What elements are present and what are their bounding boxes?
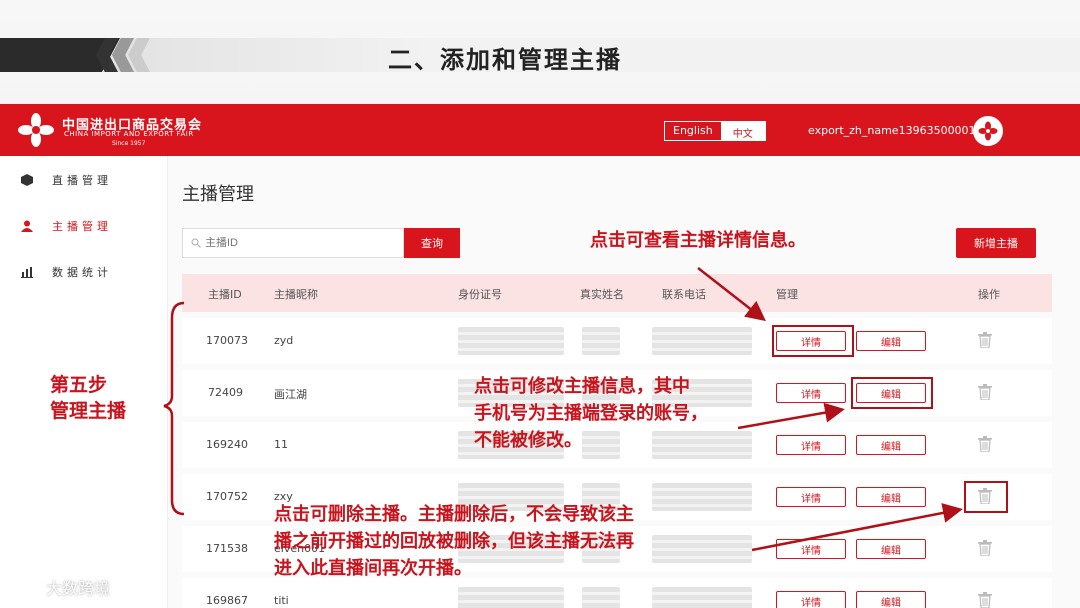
watermark-logo-icon [11,580,39,594]
delete-annotation-line3: 进入此直播间再次开播。 [274,558,472,579]
edit-highlight-box [851,377,933,409]
edit-annotation-line3: 不能被修改。 [474,430,582,451]
delete-annotation-line1: 点击可删除主播。主播删除后，不会导致该主 [274,504,634,525]
arrow-to-detail [697,267,766,322]
step-label-line1: 第五步 [50,374,108,396]
trash-highlight-box [964,481,1008,513]
watermark-text: 大数跨境 [46,579,111,598]
edit-annotation-line1: 点击可修改主播信息，其中 [474,376,690,397]
watermark: 大数跨境 [10,575,110,599]
arrow-to-trash [751,503,963,552]
detail-highlight-box [772,325,854,357]
edit-annotation-line2: 手机号为主播端登录的账号， [474,403,708,424]
delete-annotation-line2: 播之前开播过的回放被删除，但该主播无法再 [274,531,634,552]
step-brace [163,301,185,516]
detail-annotation: 点击可查看主播详情信息。 [590,230,806,251]
step-label-line2: 管理主播 [50,400,127,422]
arrow-to-edit [737,402,845,430]
